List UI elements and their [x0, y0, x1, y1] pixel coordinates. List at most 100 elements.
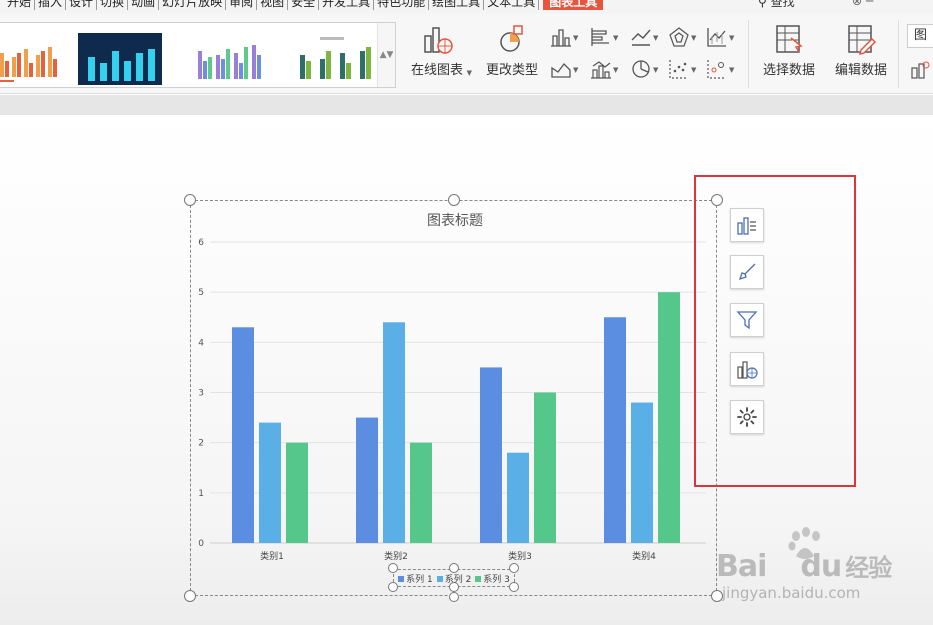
menu-tab[interactable]: 开发工具 — [319, 0, 375, 10]
legend-handle-bottom-left[interactable] — [388, 582, 398, 592]
bar-chart-icon — [591, 28, 609, 46]
chart-style-thumb-2[interactable] — [78, 33, 162, 85]
scatter-chart-button[interactable]: ▼ — [668, 58, 700, 80]
chart-style-icon — [738, 263, 756, 281]
menu-tab[interactable]: 幻灯片放映 — [159, 0, 227, 10]
ribbon-separator — [748, 20, 749, 88]
change-type-button[interactable]: 更改类型 — [480, 22, 544, 78]
pie-chart-button[interactable]: ▼ — [630, 58, 662, 80]
menu-tabs: 开始 插入 设计 切换 动画 幻灯片放映 审阅 视图 安全 开发工具 特色功能 绘图工具 文本工具 图表工… — [4, 0, 607, 10]
bubble-chart-button[interactable]: ▼ — [706, 58, 738, 80]
y-tick-label: 3 — [198, 389, 204, 399]
gallery-scroll-button[interactable]: ▲▼ — [377, 23, 395, 87]
legend-swatch — [475, 575, 482, 582]
baidu-watermark: Bai du 经验 jingyan.baidu.com — [716, 522, 916, 622]
menu-tab[interactable]: 切换 — [97, 0, 129, 10]
legend-item-3: 系列 3 — [475, 572, 510, 585]
bar-chart-button[interactable]: ▼ — [590, 26, 622, 48]
legend-label: 系列 1 — [406, 574, 433, 585]
more-chart-icon[interactable] — [910, 60, 930, 80]
stock-chart-button[interactable]: ▼ — [706, 26, 738, 48]
legend-handle-top[interactable] — [449, 563, 459, 573]
bar-series3-category2[interactable] — [410, 442, 432, 543]
y-tick-label: 1 — [198, 489, 204, 499]
y-tick-label: 4 — [198, 338, 204, 348]
radar-chart-button[interactable]: ▼ — [668, 26, 700, 48]
chart-style-button[interactable] — [730, 255, 764, 289]
chart-style-thumb-1[interactable] — [0, 33, 74, 85]
legend-handle-top-right[interactable] — [509, 563, 519, 573]
bar-series3-category1[interactable] — [286, 442, 308, 543]
chart-style-gallery: ▲▼ — [0, 22, 396, 88]
area-chart-icon — [551, 63, 571, 78]
menu-tab-chart-tools[interactable]: 图表工具 — [543, 0, 604, 10]
legend-handle-extra[interactable] — [449, 592, 459, 602]
chevron-down-icon: ▼ — [466, 69, 472, 77]
edit-data-icon — [848, 25, 877, 56]
chart-style-thumb-3[interactable] — [186, 33, 270, 85]
combo-chart-icon — [591, 61, 611, 79]
y-tick-label: 2 — [198, 439, 204, 449]
bar-series2-category1[interactable] — [259, 422, 281, 543]
settings-button[interactable] — [730, 400, 764, 434]
select-data-icon — [776, 25, 803, 53]
column-chart[interactable]: 0 1 2 3 4 5 6 类别1 类别2 类别3 类别4 — [190, 200, 717, 596]
legend-handle-bottom[interactable] — [449, 582, 459, 592]
x-tick-label: 类别1 — [260, 550, 284, 562]
stock-chart-icon — [707, 28, 726, 47]
menu-tab[interactable]: 设计 — [66, 0, 98, 10]
change-type-label: 更改类型 — [485, 63, 538, 78]
x-tick-label: 类别3 — [508, 550, 532, 562]
bar-series1-category1[interactable] — [232, 327, 254, 543]
column-chart-button[interactable]: ▼ — [550, 26, 582, 48]
y-tick-label: 5 — [198, 288, 204, 298]
legend-swatch — [436, 575, 443, 582]
y-tick-label: 6 — [198, 238, 204, 248]
legend-handle-bottom-right[interactable] — [509, 582, 519, 592]
bar-series3-category3[interactable] — [534, 392, 556, 544]
chart-elements-icon — [737, 217, 756, 235]
bar-series3-category4[interactable] — [658, 292, 680, 543]
chart-filter-button[interactable] — [730, 303, 764, 337]
highlight-box — [694, 175, 856, 487]
pie-chart-icon — [632, 60, 650, 78]
menu-tab[interactable]: 审阅 — [226, 0, 258, 10]
edit-data-button[interactable]: 编辑数据 — [828, 22, 894, 78]
menu-bar: 开始 插入 设计 切换 动画 幻灯片放映 审阅 视图 安全 开发工具 特色功能 绘图工具 文本工具 图表工… — [0, 0, 933, 14]
more-tab[interactable]: 图 — [907, 24, 933, 48]
online-chart-tool-button[interactable] — [730, 352, 764, 386]
chart-filter-icon — [736, 311, 758, 330]
x-tick-label: 类别2 — [384, 550, 408, 562]
area-chart-button[interactable]: ▼ — [550, 58, 582, 80]
online-chart-button[interactable]: 在线图表 ▼ — [400, 22, 474, 78]
online-chart-icon — [737, 361, 758, 379]
bar-series2-category3[interactable] — [507, 452, 529, 543]
chart-style-thumb-4[interactable] — [290, 33, 374, 85]
scatter-chart-icon — [669, 60, 688, 79]
bar-series2-category2[interactable] — [383, 322, 405, 543]
line-chart-button[interactable]: ▼ — [630, 26, 662, 48]
bubble-chart-icon — [707, 60, 726, 79]
legend-handle-top-left[interactable] — [388, 563, 398, 573]
menu-tab[interactable]: 开始 — [4, 0, 36, 10]
bar-series2-category4[interactable] — [631, 402, 653, 543]
bar-series1-category3[interactable] — [480, 367, 502, 543]
menu-tab[interactable]: 安全 — [288, 0, 320, 10]
legend-item-1: 系列 1 — [398, 572, 433, 585]
chart-elements-button[interactable] — [730, 208, 764, 242]
legend-swatch — [398, 575, 405, 582]
menu-tab[interactable]: 视图 — [257, 0, 289, 10]
menu-tab[interactable]: 绘图工具 — [429, 0, 485, 10]
bar-series1-category2[interactable] — [356, 417, 378, 543]
menu-tab[interactable]: 插入 — [35, 0, 67, 10]
change-type-icon — [500, 25, 523, 52]
menu-tab[interactable]: 动画 — [128, 0, 160, 10]
online-chart-label: 在线图表 — [410, 63, 463, 78]
select-data-button[interactable]: 选择数据 — [756, 22, 822, 78]
combo-chart-button[interactable]: ▼ — [590, 58, 622, 80]
window-controls[interactable]: ⊗ ─ — [852, 0, 873, 8]
menu-tab[interactable]: 特色功能 — [374, 0, 430, 10]
bar-series1-category4[interactable] — [604, 317, 626, 543]
menu-tab[interactable]: 文本工具 — [484, 0, 540, 10]
search-box[interactable]: ⚲ 查找 — [758, 0, 795, 10]
